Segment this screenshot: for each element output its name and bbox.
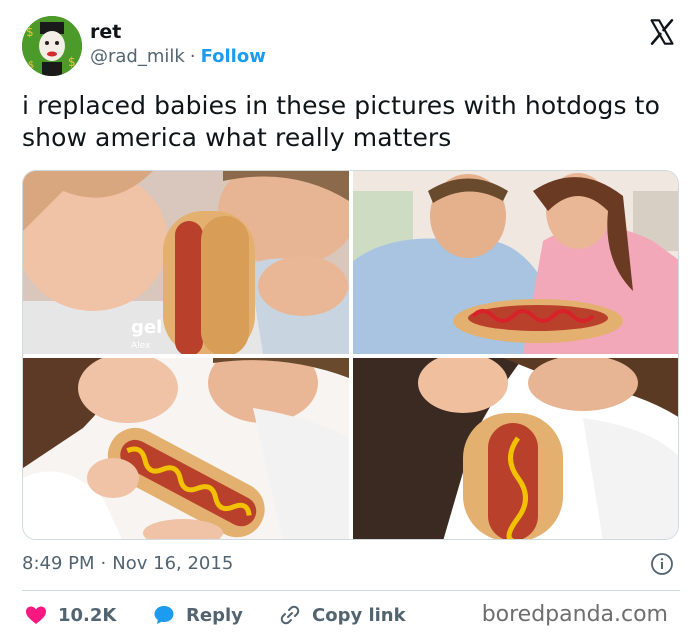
- user-handle[interactable]: @rad_milk: [90, 46, 185, 67]
- couple-with-hotdog-photo-1: gel Alex: [23, 171, 349, 354]
- handle-line: @rad_milk · Follow: [90, 44, 266, 70]
- user-info: ret @rad_milk · Follow: [90, 20, 266, 70]
- boredpanda-watermark: boredpanda.com: [481, 602, 668, 627]
- photo-caption-sub: Alex: [131, 341, 151, 351]
- media-image-1[interactable]: gel Alex: [23, 171, 349, 354]
- follow-button[interactable]: Follow: [201, 46, 266, 67]
- separator: ·: [100, 553, 107, 574]
- copy-link-label: Copy link: [312, 604, 406, 626]
- tweet-header: $ $ $ ret @rad_milk · Follow: [22, 16, 682, 78]
- photo-caption: gel: [131, 317, 162, 338]
- svg-text:$: $: [28, 60, 34, 71]
- media-grid: gel Alex: [22, 170, 679, 540]
- tweet-date: Nov 16, 2015: [112, 553, 234, 574]
- like-button[interactable]: 10.2K: [24, 600, 116, 630]
- media-image-3[interactable]: [23, 358, 349, 539]
- couple-with-hotdog-photo-3: [23, 358, 349, 539]
- separator: ·: [189, 46, 196, 67]
- display-name[interactable]: ret: [90, 20, 266, 44]
- couple-with-hotdog-photo-4: [353, 358, 678, 539]
- tweet-text: i replaced babies in these pictures with…: [22, 91, 660, 152]
- avatar[interactable]: $ $ $: [22, 16, 82, 76]
- media-image-4[interactable]: [353, 358, 678, 539]
- info-icon[interactable]: [650, 552, 674, 576]
- media-image-2[interactable]: [353, 171, 678, 354]
- reply-label: Reply: [186, 604, 243, 626]
- like-count: 10.2K: [58, 604, 117, 626]
- tweet-timestamp[interactable]: 8:49 PM · Nov 16, 2015: [22, 552, 233, 576]
- speech-bubble-icon: [154, 606, 174, 624]
- link-icon: [280, 605, 300, 625]
- reply-button[interactable]: Reply: [152, 600, 243, 630]
- action-bar: 10.2K Reply Copy link boredpanda.com: [22, 600, 682, 630]
- clown-face-icon: $ $ $: [22, 16, 82, 76]
- svg-text:$: $: [68, 55, 76, 69]
- tweet-time: 8:49 PM: [22, 553, 95, 574]
- svg-text:$: $: [26, 25, 34, 39]
- heart-icon: [26, 606, 46, 624]
- couple-with-hotdog-photo-2: [353, 171, 678, 354]
- divider: [22, 590, 680, 591]
- copy-link-button[interactable]: Copy link: [278, 600, 406, 630]
- x-logo-icon[interactable]: [648, 18, 676, 46]
